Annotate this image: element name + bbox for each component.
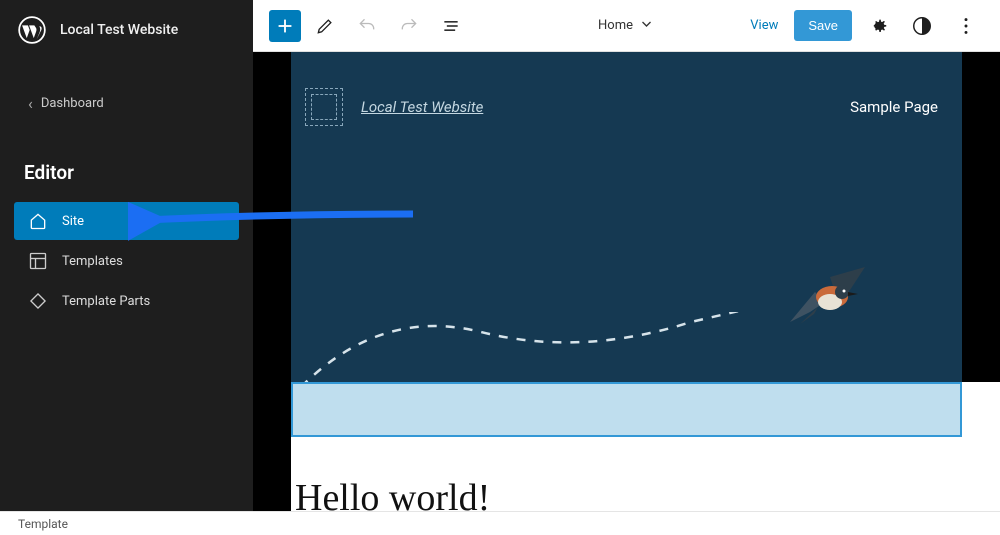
document-name: Home — [598, 18, 633, 33]
editor-canvas[interactable]: Local Test Website Sample Page H — [253, 52, 1000, 515]
sidebar-item-label: Templates — [62, 254, 123, 269]
bird-illustration — [780, 262, 870, 332]
site-title-link[interactable]: Local Test Website — [361, 98, 483, 116]
nav-link-sample-page[interactable]: Sample Page — [850, 98, 938, 116]
site-logo-placeholder[interactable] — [305, 88, 343, 126]
main-editor-area: Home View Save Local Test — [253, 0, 1000, 515]
edit-mode-button[interactable] — [307, 8, 343, 44]
add-block-button[interactable] — [269, 10, 301, 42]
list-view-button[interactable] — [433, 8, 469, 44]
sidebar-item-label: Template Parts — [62, 294, 150, 309]
styles-button[interactable] — [904, 8, 940, 44]
editor-nav: Site Templates Template Parts — [0, 202, 253, 320]
settings-button[interactable] — [860, 8, 896, 44]
toolbar-left-group — [269, 8, 469, 44]
editor-sidebar: Local Test Website ‹ Dashboard Editor Si… — [0, 0, 253, 515]
section-title: Editor — [0, 161, 253, 184]
site-name: Local Test Website — [60, 22, 178, 38]
back-to-dashboard-link[interactable]: ‹ Dashboard — [0, 90, 253, 117]
status-bar: Template — [0, 511, 1000, 535]
more-options-button[interactable] — [948, 8, 984, 44]
diamond-icon — [28, 291, 48, 311]
sidebar-item-template-parts[interactable]: Template Parts — [14, 282, 239, 320]
hero-block[interactable]: Local Test Website Sample Page — [291, 52, 962, 382]
chevron-left-icon: ‹ — [28, 94, 33, 113]
breadcrumb[interactable]: Template — [18, 517, 68, 531]
back-link-label: Dashboard — [41, 96, 104, 111]
sidebar-item-site[interactable]: Site — [14, 202, 239, 240]
save-button[interactable]: Save — [794, 10, 852, 41]
home-icon — [28, 211, 48, 231]
wordpress-logo-icon[interactable] — [18, 16, 46, 44]
site-header-block[interactable]: Local Test Website Sample Page — [291, 52, 962, 126]
undo-button[interactable] — [349, 8, 385, 44]
block-selection-overlay — [291, 382, 962, 437]
sidebar-item-label: Site — [62, 214, 84, 229]
toolbar-right-group: View Save — [742, 8, 984, 44]
sidebar-item-templates[interactable]: Templates — [14, 242, 239, 280]
header-left: Local Test Website — [305, 88, 483, 126]
bird-trail-decoration — [301, 312, 801, 392]
editor-toolbar: Home View Save — [253, 0, 1000, 52]
redo-button[interactable] — [391, 8, 427, 44]
sidebar-header: Local Test Website — [0, 0, 253, 60]
layout-icon — [28, 251, 48, 271]
view-link[interactable]: View — [742, 12, 786, 39]
chevron-down-icon — [639, 16, 655, 36]
document-selector[interactable]: Home — [598, 16, 655, 36]
